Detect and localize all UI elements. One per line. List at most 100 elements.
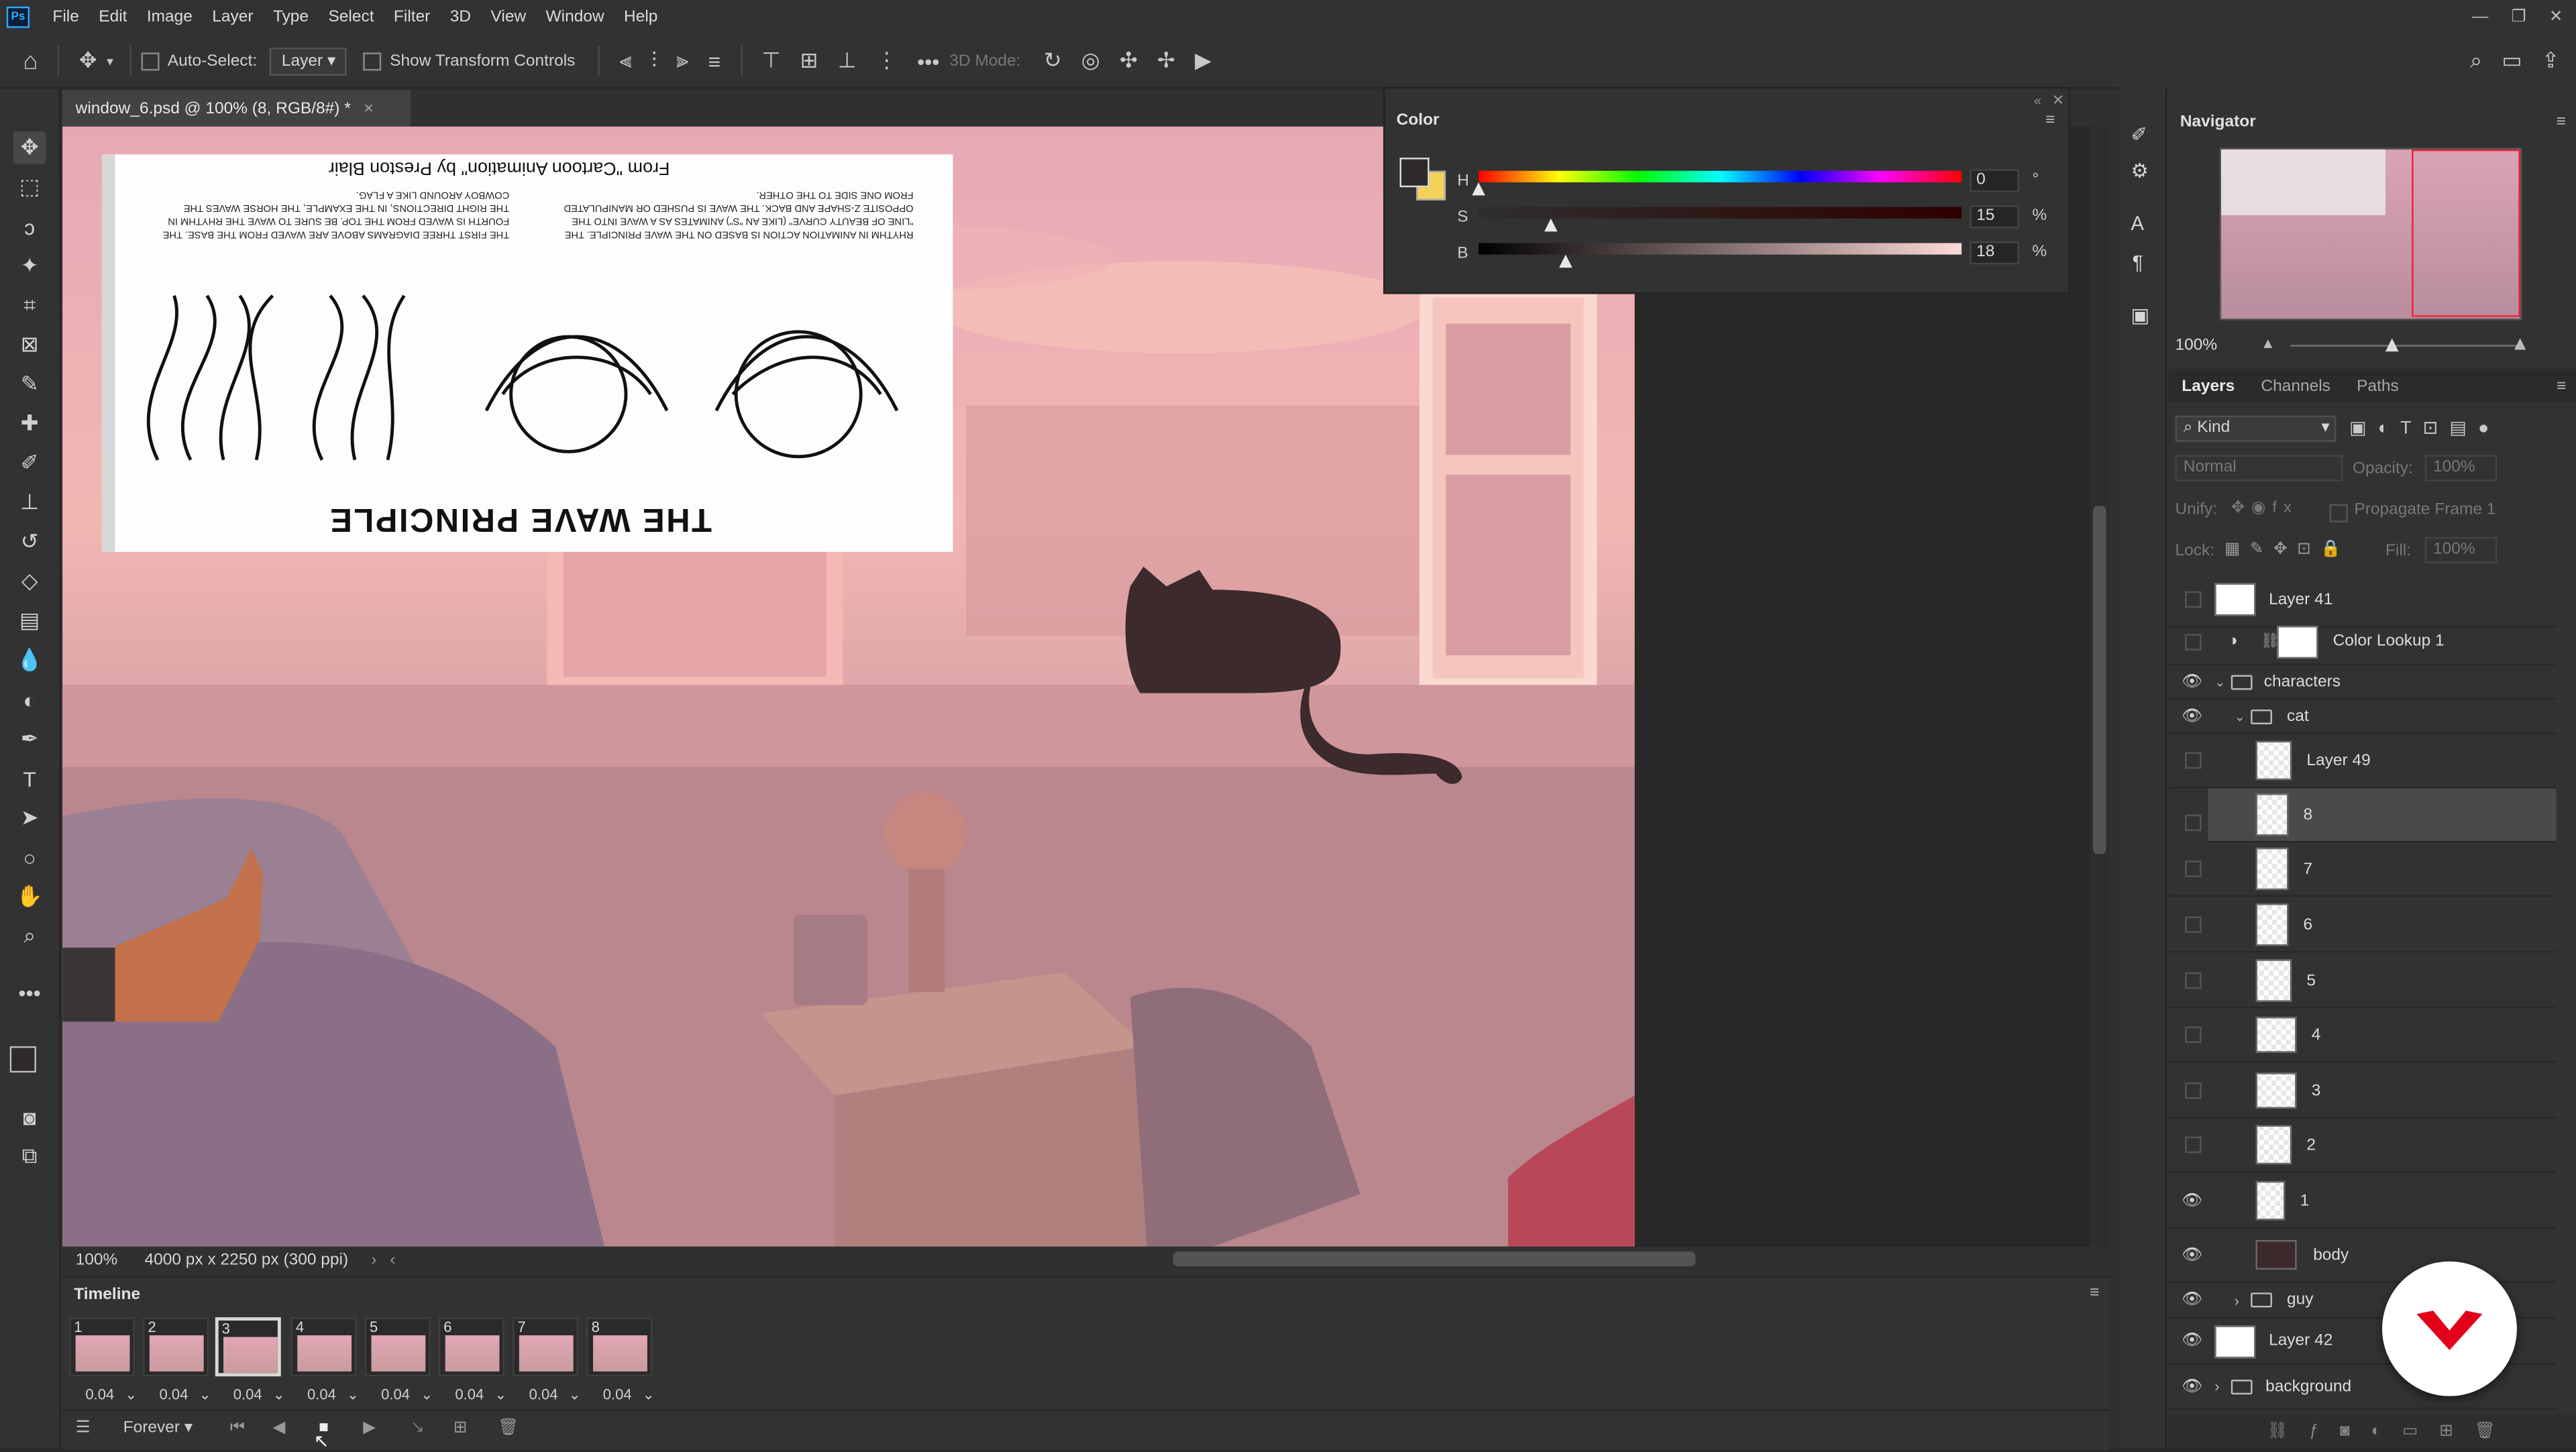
menu-edit[interactable]: Edit bbox=[89, 7, 138, 25]
blend-mode-dropdown[interactable]: Normal bbox=[2175, 455, 2343, 482]
foreground-color-swatch[interactable] bbox=[9, 1046, 36, 1073]
chevron-down-icon[interactable]: ⌄ bbox=[125, 1386, 137, 1404]
history-brush-icon[interactable]: ↺ bbox=[13, 526, 46, 559]
marquee-tool-icon[interactable]: ⬚ bbox=[13, 171, 46, 204]
layer-row[interactable]: 7 bbox=[2168, 842, 2557, 897]
chevron-down-icon[interactable]: ⌄ bbox=[2235, 709, 2245, 724]
3d-orbit-icon[interactable]: ↻ bbox=[1044, 48, 1062, 74]
gradient-tool-icon[interactable]: ▤ bbox=[13, 604, 46, 637]
timeline-frame[interactable]: 7 bbox=[513, 1317, 579, 1377]
path-selection-icon[interactable]: ➤ bbox=[13, 801, 46, 834]
chevron-down-icon[interactable]: ⌄ bbox=[199, 1386, 211, 1404]
hue-value-field[interactable]: 0 bbox=[1970, 169, 2019, 192]
menu-filter[interactable]: Filter bbox=[384, 7, 440, 25]
chevron-right-icon[interactable]: › bbox=[2235, 1292, 2239, 1308]
eye-icon[interactable]: 👁 bbox=[2182, 1192, 2202, 1210]
previous-frame-icon[interactable]: ◀ bbox=[273, 1419, 286, 1437]
auto-select-checkbox[interactable] bbox=[141, 52, 160, 70]
menu-type[interactable]: Type bbox=[263, 7, 319, 25]
layer-row[interactable]: 2 bbox=[2168, 1119, 2557, 1173]
move-tool-icon[interactable]: ✥ bbox=[13, 131, 46, 164]
distribute-icon[interactable]: ≡ bbox=[708, 48, 721, 73]
chevron-down-icon[interactable]: ⌄ bbox=[273, 1386, 285, 1404]
layer-row[interactable]: 4 bbox=[2168, 1009, 2557, 1063]
foreground-color-chip[interactable] bbox=[1399, 158, 1430, 188]
character-panel-icon[interactable]: A bbox=[2131, 212, 2144, 235]
chevron-right-icon[interactable]: › bbox=[2214, 1378, 2219, 1394]
eye-icon[interactable]: 👁 bbox=[2182, 1291, 2202, 1309]
saturation-slider-handle[interactable] bbox=[1544, 218, 1558, 232]
scroll-left-icon[interactable]: ‹ bbox=[390, 1251, 395, 1269]
align-right-icon[interactable]: ⫸ bbox=[676, 48, 688, 74]
layers-menu-icon[interactable]: ≡ bbox=[2557, 377, 2566, 395]
menu-select[interactable]: Select bbox=[319, 7, 384, 25]
pen-tool-icon[interactable]: ✒ bbox=[13, 723, 46, 756]
timeline-frame[interactable]: 1 bbox=[68, 1317, 135, 1377]
menu-window[interactable]: Window bbox=[536, 7, 614, 25]
tab-layers[interactable]: Layers bbox=[2169, 377, 2248, 395]
type-tool-icon[interactable]: T bbox=[13, 762, 46, 795]
blur-tool-icon[interactable]: 💧 bbox=[13, 644, 46, 677]
layer-group-row[interactable]: 👁 ⌄ characters bbox=[2168, 665, 2557, 700]
frame-delay[interactable]: 0.04 bbox=[381, 1386, 410, 1402]
filter-kind-dropdown[interactable]: ⌕ Kind ▾ bbox=[2175, 415, 2337, 442]
visibility-toggle[interactable] bbox=[2185, 1026, 2202, 1044]
more-tools-icon[interactable]: ••• bbox=[13, 976, 46, 1009]
dodge-tool-icon[interactable]: ◐ bbox=[13, 683, 46, 716]
align-center-icon[interactable]: ⫶ bbox=[651, 48, 657, 74]
layer-row[interactable]: 3 bbox=[2168, 1064, 2557, 1119]
align-left-icon[interactable]: ⫷ bbox=[620, 48, 632, 74]
chevron-down-icon[interactable]: ⌄ bbox=[568, 1386, 580, 1404]
document-tab[interactable]: window_6.psd @ 100% (8, RGB/8#) * × bbox=[62, 90, 411, 127]
chevron-down-icon[interactable]: ⌄ bbox=[494, 1386, 506, 1404]
eye-icon[interactable]: 👁 bbox=[2182, 1246, 2202, 1264]
menu-3d[interactable]: 3D bbox=[440, 7, 481, 25]
layer-row[interactable]: ◑ ⛓ Color Lookup 1 bbox=[2168, 619, 2557, 665]
eye-icon[interactable]: 👁 bbox=[2182, 1332, 2202, 1350]
tween-icon[interactable]: ↘ bbox=[411, 1419, 425, 1437]
zoom-tool-icon[interactable]: ⌕ bbox=[13, 919, 46, 952]
visibility-toggle[interactable] bbox=[2185, 591, 2202, 608]
next-frame-icon[interactable]: ▶ bbox=[363, 1419, 376, 1437]
delete-frame-icon[interactable]: 🗑 bbox=[498, 1419, 519, 1437]
timeline-frame[interactable]: 8 bbox=[586, 1317, 653, 1377]
eye-icon[interactable]: 👁 bbox=[2182, 707, 2202, 725]
navigator-zoom-handle[interactable] bbox=[2385, 338, 2399, 352]
status-chevron-icon[interactable]: › bbox=[371, 1251, 376, 1269]
brush-settings-icon[interactable]: ✐ bbox=[2131, 123, 2147, 146]
workspace-icon[interactable]: ▭ bbox=[2502, 48, 2522, 74]
paragraph-panel-icon[interactable]: ¶ bbox=[2133, 252, 2143, 274]
close-tab-icon[interactable]: × bbox=[364, 99, 373, 117]
visibility-toggle[interactable] bbox=[2185, 916, 2202, 934]
chevron-down-icon[interactable]: ⌄ bbox=[643, 1386, 655, 1404]
lasso-tool-icon[interactable]: ↄ bbox=[13, 210, 46, 243]
align-middle-icon[interactable]: ⊞ bbox=[800, 48, 818, 74]
3d-roll-icon[interactable]: ◎ bbox=[1081, 48, 1100, 74]
show-transform-checkbox[interactable] bbox=[363, 52, 382, 70]
quick-mask-icon[interactable]: ◙ bbox=[13, 1101, 46, 1133]
3d-pan-icon[interactable]: ✣ bbox=[1120, 48, 1138, 74]
menu-file[interactable]: File bbox=[43, 7, 89, 25]
convert-timeline-icon[interactable]: ☰ bbox=[76, 1419, 91, 1437]
layer-row[interactable]: Layer 49 bbox=[2168, 734, 2557, 789]
move-tool-icon[interactable]: ✥ bbox=[79, 48, 97, 74]
navigator-zoom-slider[interactable] bbox=[2290, 345, 2517, 347]
brush-tool-icon[interactable]: ✐ bbox=[13, 447, 46, 480]
ellipse-tool-icon[interactable]: ○ bbox=[13, 841, 46, 874]
timeline-menu-icon[interactable]: ≡ bbox=[2090, 1284, 2099, 1302]
hand-tool-icon[interactable]: ✋ bbox=[13, 881, 46, 913]
align-bottom-icon[interactable]: ⊥ bbox=[838, 48, 857, 74]
opacity-field[interactable]: 100% bbox=[2424, 455, 2498, 482]
propagate-frame-checkbox[interactable] bbox=[2329, 504, 2348, 522]
hue-slider[interactable] bbox=[1479, 170, 1962, 182]
minimize-icon[interactable]: — bbox=[2472, 7, 2488, 25]
visibility-toggle[interactable] bbox=[2185, 633, 2202, 650]
timeline-frame[interactable]: 4 bbox=[290, 1317, 357, 1377]
layer-group-row[interactable]: 👁 ⌄ cat bbox=[2168, 700, 2557, 734]
more-options-icon[interactable]: ••• bbox=[917, 48, 939, 73]
chevron-down-icon[interactable]: ⌄ bbox=[421, 1386, 433, 1404]
navigator-view-box[interactable] bbox=[2412, 149, 2520, 317]
brightness-slider-handle[interactable] bbox=[1558, 254, 1572, 268]
zoom-level[interactable]: 100% bbox=[76, 1251, 142, 1269]
loop-dropdown[interactable]: Forever ▾ bbox=[123, 1419, 193, 1437]
